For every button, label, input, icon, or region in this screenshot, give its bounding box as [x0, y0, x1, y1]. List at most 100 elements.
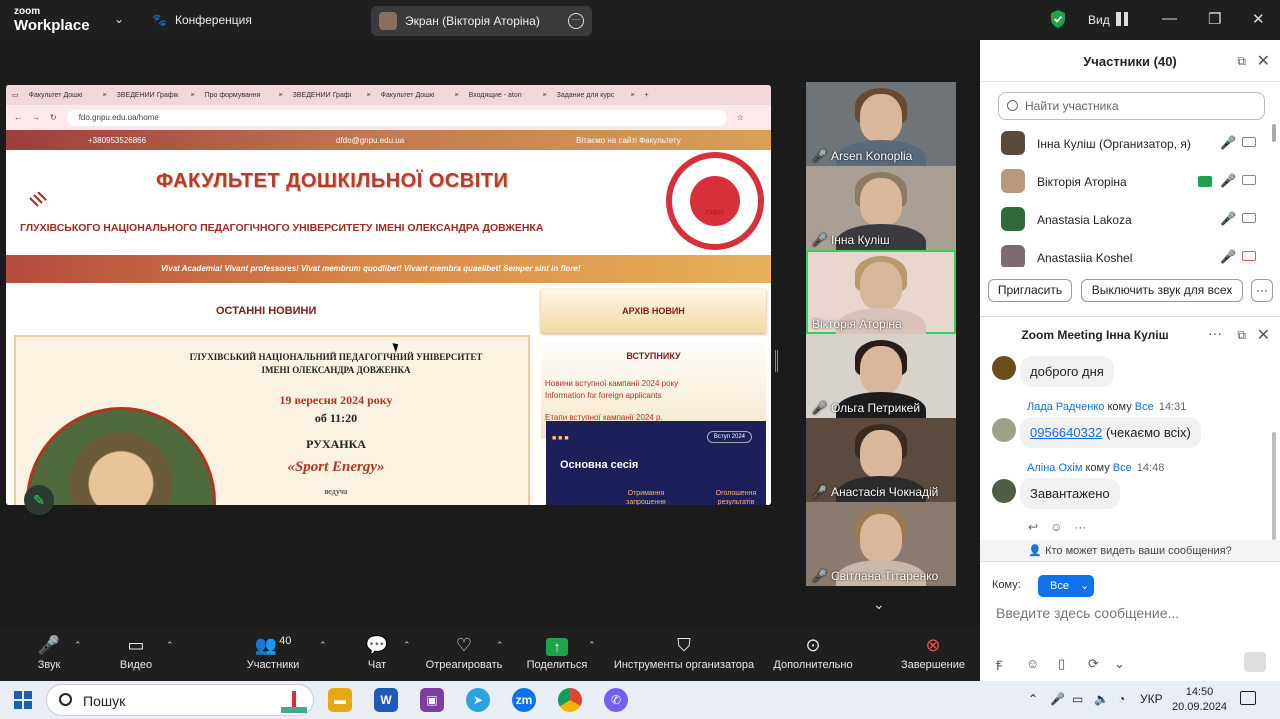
language-indicator[interactable]: УКР: [1140, 692, 1163, 706]
chat-input[interactable]: Введите здесь сообщение...: [996, 605, 1179, 621]
more-button[interactable]: ⊙ Дополнительно: [768, 626, 858, 681]
phone-text[interactable]: +380953526866: [88, 136, 146, 145]
send-button[interactable]: [1244, 652, 1266, 672]
windows-start-icon[interactable]: [14, 691, 32, 709]
taskbar-search[interactable]: Пошук: [46, 684, 314, 716]
gallery-scroll-down-icon[interactable]: ⌄: [873, 596, 885, 613]
chat-scrollbar[interactable]: [1272, 432, 1276, 540]
browser-tab[interactable]: ЗВЕДЕНИЙ Графі ×: [293, 92, 371, 99]
video-tile-active-speaker[interactable]: Вікторія Аторіна: [806, 250, 956, 334]
camera-icon[interactable]: [1242, 137, 1256, 147]
browser-tab[interactable]: Факультет Дошкі ×: [29, 92, 107, 99]
notifications-icon[interactable]: [1240, 691, 1256, 705]
camera-icon[interactable]: [1242, 213, 1256, 223]
recipient-select[interactable]: Все ⌄: [1038, 575, 1094, 597]
system-clock[interactable]: 14:50 20.09.2024: [1172, 685, 1227, 715]
tools-chevron-icon[interactable]: ⌄: [1114, 656, 1125, 672]
session-banner[interactable]: ■ ■ ■ Вступ 2024 Основна сесія Отримання…: [546, 421, 766, 505]
screenshot-icon[interactable]: ⟳: [1088, 656, 1099, 672]
reload-icon[interactable]: ↻: [50, 113, 57, 122]
participant-row[interactable]: Інна Куліш (Организатор, я) 🎤: [980, 127, 1280, 165]
tray-expand-icon[interactable]: ⌃: [1028, 692, 1038, 706]
mute-button[interactable]: 🎤 Звук: [30, 626, 68, 681]
share-button[interactable]: ↑ Поделиться: [520, 626, 594, 681]
archive-link[interactable]: АРХІВ НОВИН: [541, 289, 766, 333]
audio-options-chevron-icon[interactable]: ⌃: [74, 640, 82, 651]
admission-link[interactable]: Information for foreign applicants: [545, 391, 662, 400]
message-author[interactable]: Лада Радченко: [1027, 401, 1104, 413]
participants-scrollbar[interactable]: [1272, 124, 1276, 142]
browser-tab[interactable]: Задание для курс ×: [557, 92, 635, 99]
chrome-icon[interactable]: [558, 688, 582, 712]
restore-icon[interactable]: ❐: [1208, 10, 1221, 28]
chat-options-chevron-icon[interactable]: ⌃: [403, 640, 411, 651]
camera-off-icon[interactable]: [1242, 251, 1256, 261]
shared-screen[interactable]: ▭ Факультет Дошкі × ЗВЕДЕНИЙ Графік × Про …: [6, 85, 771, 505]
chat-popout-icon[interactable]: ⧉: [1237, 328, 1246, 343]
admission-link[interactable]: Новини вступної кампанії 2024 року: [545, 379, 678, 388]
word-icon[interactable]: W: [374, 688, 398, 712]
browser-tab[interactable]: Про формування ×: [205, 92, 283, 99]
tray-video-icon[interactable]: ▭: [1072, 692, 1083, 706]
chat-more-icon[interactable]: ···: [1208, 325, 1222, 341]
network-icon[interactable]: ◔: [1118, 692, 1125, 706]
video-tile[interactable]: 🎤 Анастасія Чокнадій: [806, 418, 956, 502]
participants-options-chevron-icon[interactable]: ⌃: [319, 640, 327, 651]
video-tile[interactable]: 🎤 Світлана Тітаренко: [806, 502, 956, 586]
share-options-chevron-icon[interactable]: ⌃: [588, 640, 596, 651]
browser-tab[interactable]: Входящие - atori ×: [469, 92, 547, 99]
participant-row[interactable]: Вікторія Аторіна 🎤: [980, 165, 1280, 203]
security-shield-icon[interactable]: [1049, 9, 1067, 29]
mic-muted-icon[interactable]: 🎤: [1220, 135, 1236, 151]
close-chat-icon[interactable]: ✕: [1257, 325, 1270, 345]
browser-tab[interactable]: ЗВЕДЕНИЙ Графік ×: [117, 92, 195, 99]
popout-icon[interactable]: ⧉: [1237, 54, 1246, 69]
more-icon[interactable]: ···: [568, 13, 584, 29]
new-tab-icon[interactable]: +: [645, 92, 649, 99]
react-options-chevron-icon[interactable]: ⌃: [496, 640, 504, 651]
annotate-pen-icon[interactable]: ✎: [24, 485, 54, 515]
more-options-button[interactable]: ···: [1251, 279, 1273, 302]
save-app-icon[interactable]: ▣: [420, 688, 444, 712]
close-icon[interactable]: ✕: [1252, 10, 1265, 28]
event-poster[interactable]: ГЛУХІВСЬКИЙ НАЦІОНАЛЬНИЙ ПЕДАГОГІЧНИЙ УН…: [14, 335, 530, 505]
who-can-see-link[interactable]: 👤 Кто может видеть ваши сообщения?: [980, 540, 1280, 562]
video-options-chevron-icon[interactable]: ⌃: [166, 640, 174, 651]
meeting-info-button[interactable]: 🐾 Конференция: [152, 13, 252, 27]
video-button[interactable]: ▭ Видео: [112, 626, 160, 681]
url-field[interactable]: fdo.gnpu.edu.ua/home: [66, 109, 727, 126]
reply-icon[interactable]: ↩: [1028, 520, 1038, 534]
video-tile[interactable]: 🎤 Arsen Konoplia: [806, 82, 956, 166]
host-tools-button[interactable]: ⛉ Инструменты организатора: [608, 626, 760, 681]
close-participants-icon[interactable]: ✕: [1257, 51, 1270, 71]
video-tile[interactable]: 🎤 Інна Куліш: [806, 166, 956, 250]
participants-button[interactable]: 👥 40 Участники: [240, 626, 306, 681]
invite-button[interactable]: Пригласить: [988, 279, 1072, 302]
browser-tab[interactable]: Факультет Дошкі ×: [381, 92, 459, 99]
star-icon[interactable]: ☆: [737, 113, 744, 122]
browser-sidebar-icon[interactable]: ▭: [12, 91, 19, 99]
react-button[interactable]: ♡ Отреагировать: [422, 626, 506, 681]
camera-icon[interactable]: [1242, 175, 1256, 185]
mic-muted-icon[interactable]: 🎤: [1220, 249, 1236, 265]
back-icon[interactable]: ←: [14, 113, 22, 122]
file-icon[interactable]: ▯: [1058, 656, 1065, 672]
telegram-icon[interactable]: ➤: [466, 688, 490, 712]
volume-icon[interactable]: 🔈: [1094, 692, 1109, 706]
participant-row[interactable]: Anastasia Lakoza 🎤: [980, 203, 1280, 241]
zoom-icon[interactable]: zm: [512, 688, 536, 712]
mute-all-button[interactable]: Выключить звук для всех: [1081, 279, 1243, 302]
screen-share-indicator[interactable]: Экран (Вікторія Аторіна) ···: [371, 6, 592, 36]
message-author[interactable]: Аліна Охім: [1027, 462, 1082, 474]
tray-mic-icon[interactable]: 🎤: [1050, 692, 1065, 706]
mic-muted-icon[interactable]: 🎤: [1220, 211, 1236, 227]
mic-icon[interactable]: 🎤: [1220, 173, 1236, 189]
email-text[interactable]: dfdo@gnpu.edu.ua: [336, 136, 404, 145]
split-handle[interactable]: [775, 350, 778, 372]
viber-icon[interactable]: ✆: [604, 688, 628, 712]
view-layout-icon[interactable]: [1116, 12, 1128, 26]
file-explorer-icon[interactable]: ▬: [328, 688, 352, 712]
view-button[interactable]: Вид: [1088, 13, 1110, 27]
video-tile[interactable]: 🎤 Ольга Петрикей: [806, 334, 956, 418]
emoji-react-icon[interactable]: ☺: [1050, 520, 1062, 534]
